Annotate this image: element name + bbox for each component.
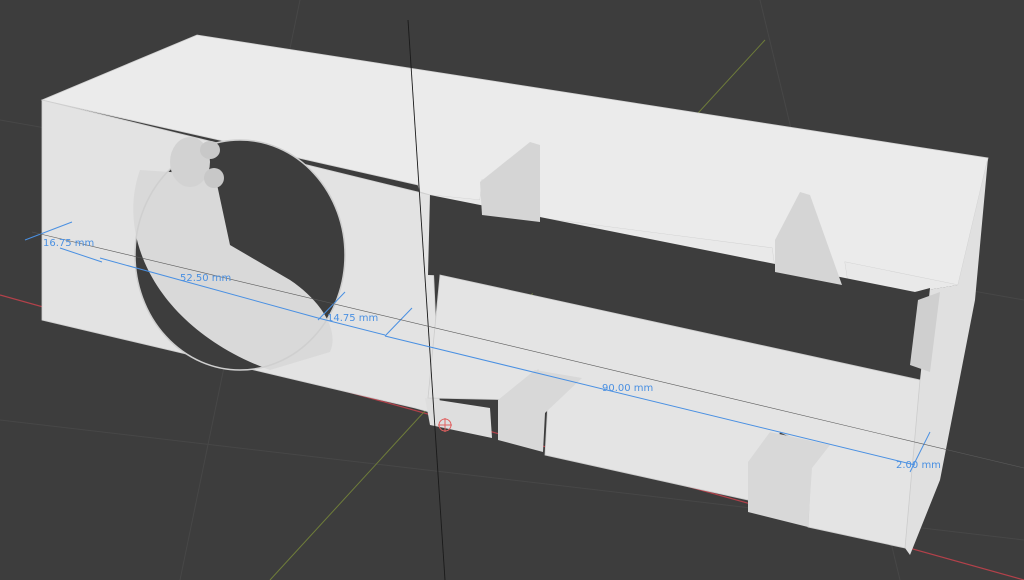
3d-viewport[interactable]: 16.75 mm 52.50 mm 14.75 mm 90.00 mm 2.00… xyxy=(0,0,1024,580)
viewport-scene[interactable]: 16.75 mm 52.50 mm 14.75 mm 90.00 mm 2.00… xyxy=(0,0,1024,580)
model-box[interactable] xyxy=(40,34,989,555)
dim-label-wall-thickness[interactable]: 2.00 mm xyxy=(896,460,941,471)
dim-label-hole-width[interactable]: 52.50 mm xyxy=(180,273,231,284)
dim-label-length[interactable]: 90.00 mm xyxy=(602,383,653,394)
dim-label-end-depth[interactable]: 16.75 mm xyxy=(43,238,94,249)
dim-label-gap-width[interactable]: 14.75 mm xyxy=(327,313,378,324)
